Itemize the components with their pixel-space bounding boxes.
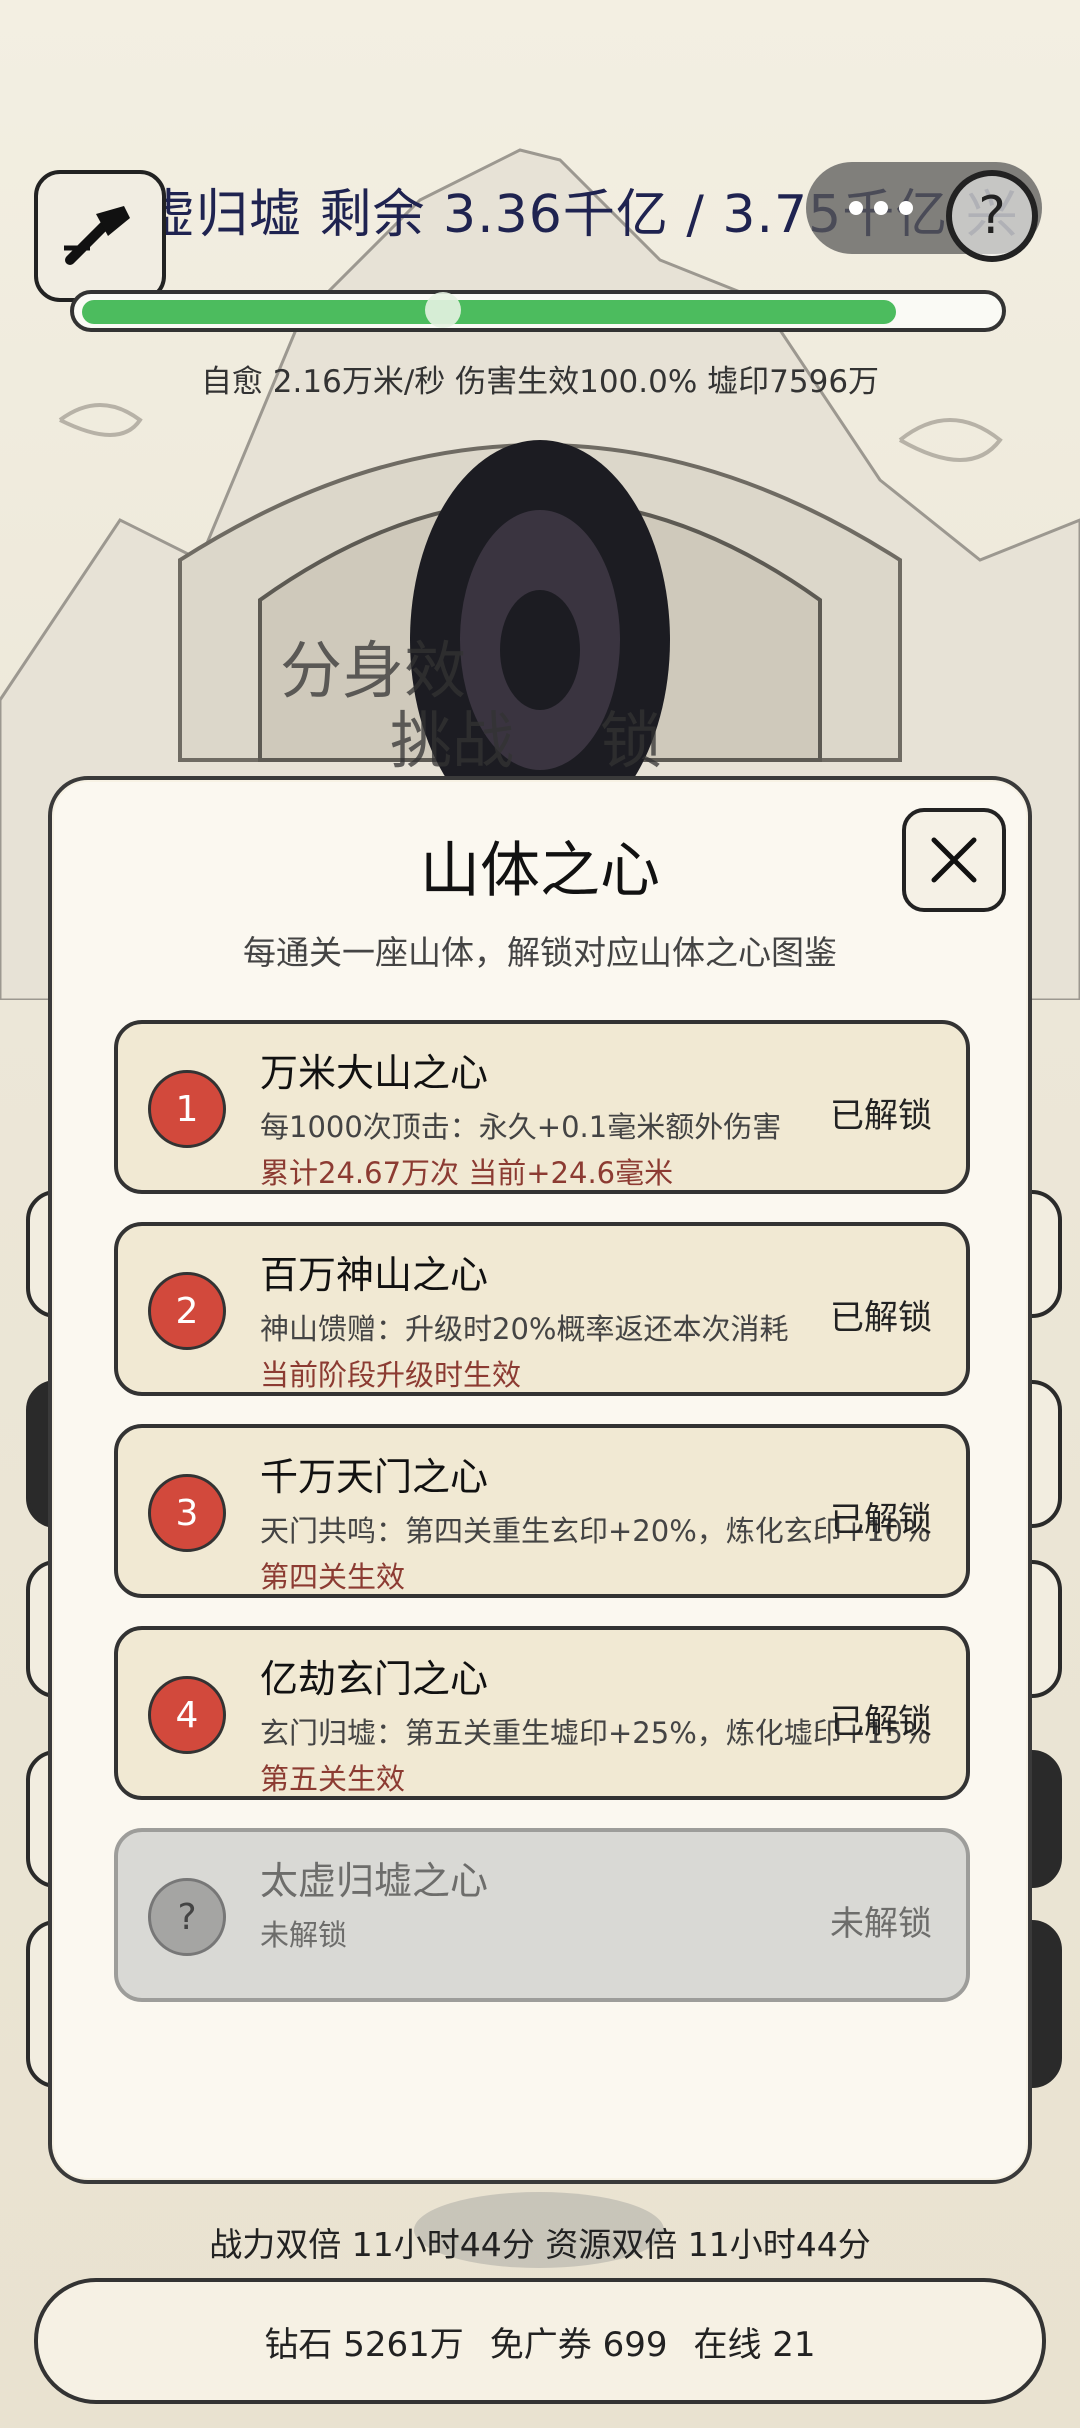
help-button[interactable]: ? (946, 170, 1038, 262)
diamond-count: 钻石 5261万 (264, 2324, 464, 2365)
modal-title: 山体之心 (420, 836, 660, 906)
heart-card[interactable]: 4 亿劫玄门之心 玄门归墟：第五关重生墟印+25%，炼化墟印+15% 第五关生效… (114, 1626, 970, 1800)
heart-card[interactable]: 1 万米大山之心 每1000次顶击：永久+0.1毫米额外伤害 累计24.67万次… (114, 1020, 970, 1194)
online-count: 在线 21 (693, 2324, 816, 2365)
card-note: 累计24.67万次 当前+24.6毫米 (260, 1156, 674, 1190)
background-overlay-text: 挑战 (390, 704, 515, 777)
hp-progress-bar (70, 290, 1006, 332)
hp-progress-fill (82, 300, 896, 324)
tool-button[interactable] (34, 170, 166, 302)
background-overlay-text: 锁 (600, 704, 663, 777)
more-dots-icon (849, 201, 913, 215)
card-name: 千万天门之心 (260, 1455, 489, 1499)
card-status: 未解锁 (830, 1904, 932, 1944)
card-description: 每1000次顶击：永久+0.1毫米额外伤害 (260, 1110, 782, 1144)
card-note: 第五关生效 (260, 1762, 406, 1796)
card-name: 亿劫玄门之心 (260, 1657, 489, 1701)
resource-footer: 钻石 5261万 免广券 699 在线 21 (34, 2278, 1046, 2404)
heart-card[interactable]: 3 千万天门之心 天门共鸣：第四关重生玄印+20%，炼化玄印+10% 第四关生效… (114, 1424, 970, 1598)
card-badge: ? (148, 1878, 226, 1956)
card-name: 百万神山之心 (260, 1253, 489, 1297)
help-icon: ? (978, 186, 1006, 246)
stats-line: 自愈 2.16万米/秒 伤害生效100.0% 墟印7596万 (200, 364, 880, 400)
card-description: 未解锁 (260, 1918, 348, 1952)
mountain-heart-modal: 山体之心 每通关一座山体，解锁对应山体之心图鉴 1 万米大山之心 每1000次顶… (48, 776, 1032, 2184)
heart-card[interactable]: 2 百万神山之心 神山馈赠：升级时20%概率返还本次消耗 当前阶段升级时生效 已… (114, 1222, 970, 1396)
card-badge: 3 (148, 1474, 226, 1552)
heart-card-locked[interactable]: ? 太虚归墟之心 未解锁 未解锁 (114, 1828, 970, 2002)
progress-indicator (425, 292, 461, 328)
card-status: 已解锁 (830, 1500, 932, 1540)
card-badge: 2 (148, 1272, 226, 1350)
hammer-icon (64, 206, 130, 265)
card-badge: 4 (148, 1676, 226, 1754)
card-status: 已解锁 (830, 1096, 932, 1136)
card-note: 第四关生效 (260, 1560, 406, 1594)
card-badge: 1 (148, 1070, 226, 1148)
card-status: 已解锁 (830, 1298, 932, 1338)
close-icon (931, 837, 977, 883)
card-name: 太虚归墟之心 (260, 1859, 489, 1903)
buff-timers: 战力双倍 11小时44分 资源双倍 11小时44分 (209, 2225, 871, 2264)
card-note: 当前阶段升级时生效 (260, 1358, 522, 1392)
card-name: 万米大山之心 (260, 1051, 489, 1095)
close-button[interactable] (902, 808, 1006, 912)
ad-ticket-count: 免广券 699 (489, 2324, 668, 2365)
modal-subtitle: 每通关一座山体，解锁对应山体之心图鉴 (243, 933, 837, 972)
card-status: 已解锁 (830, 1702, 932, 1742)
card-description: 神山馈赠：升级时20%概率返还本次消耗 (260, 1312, 789, 1346)
